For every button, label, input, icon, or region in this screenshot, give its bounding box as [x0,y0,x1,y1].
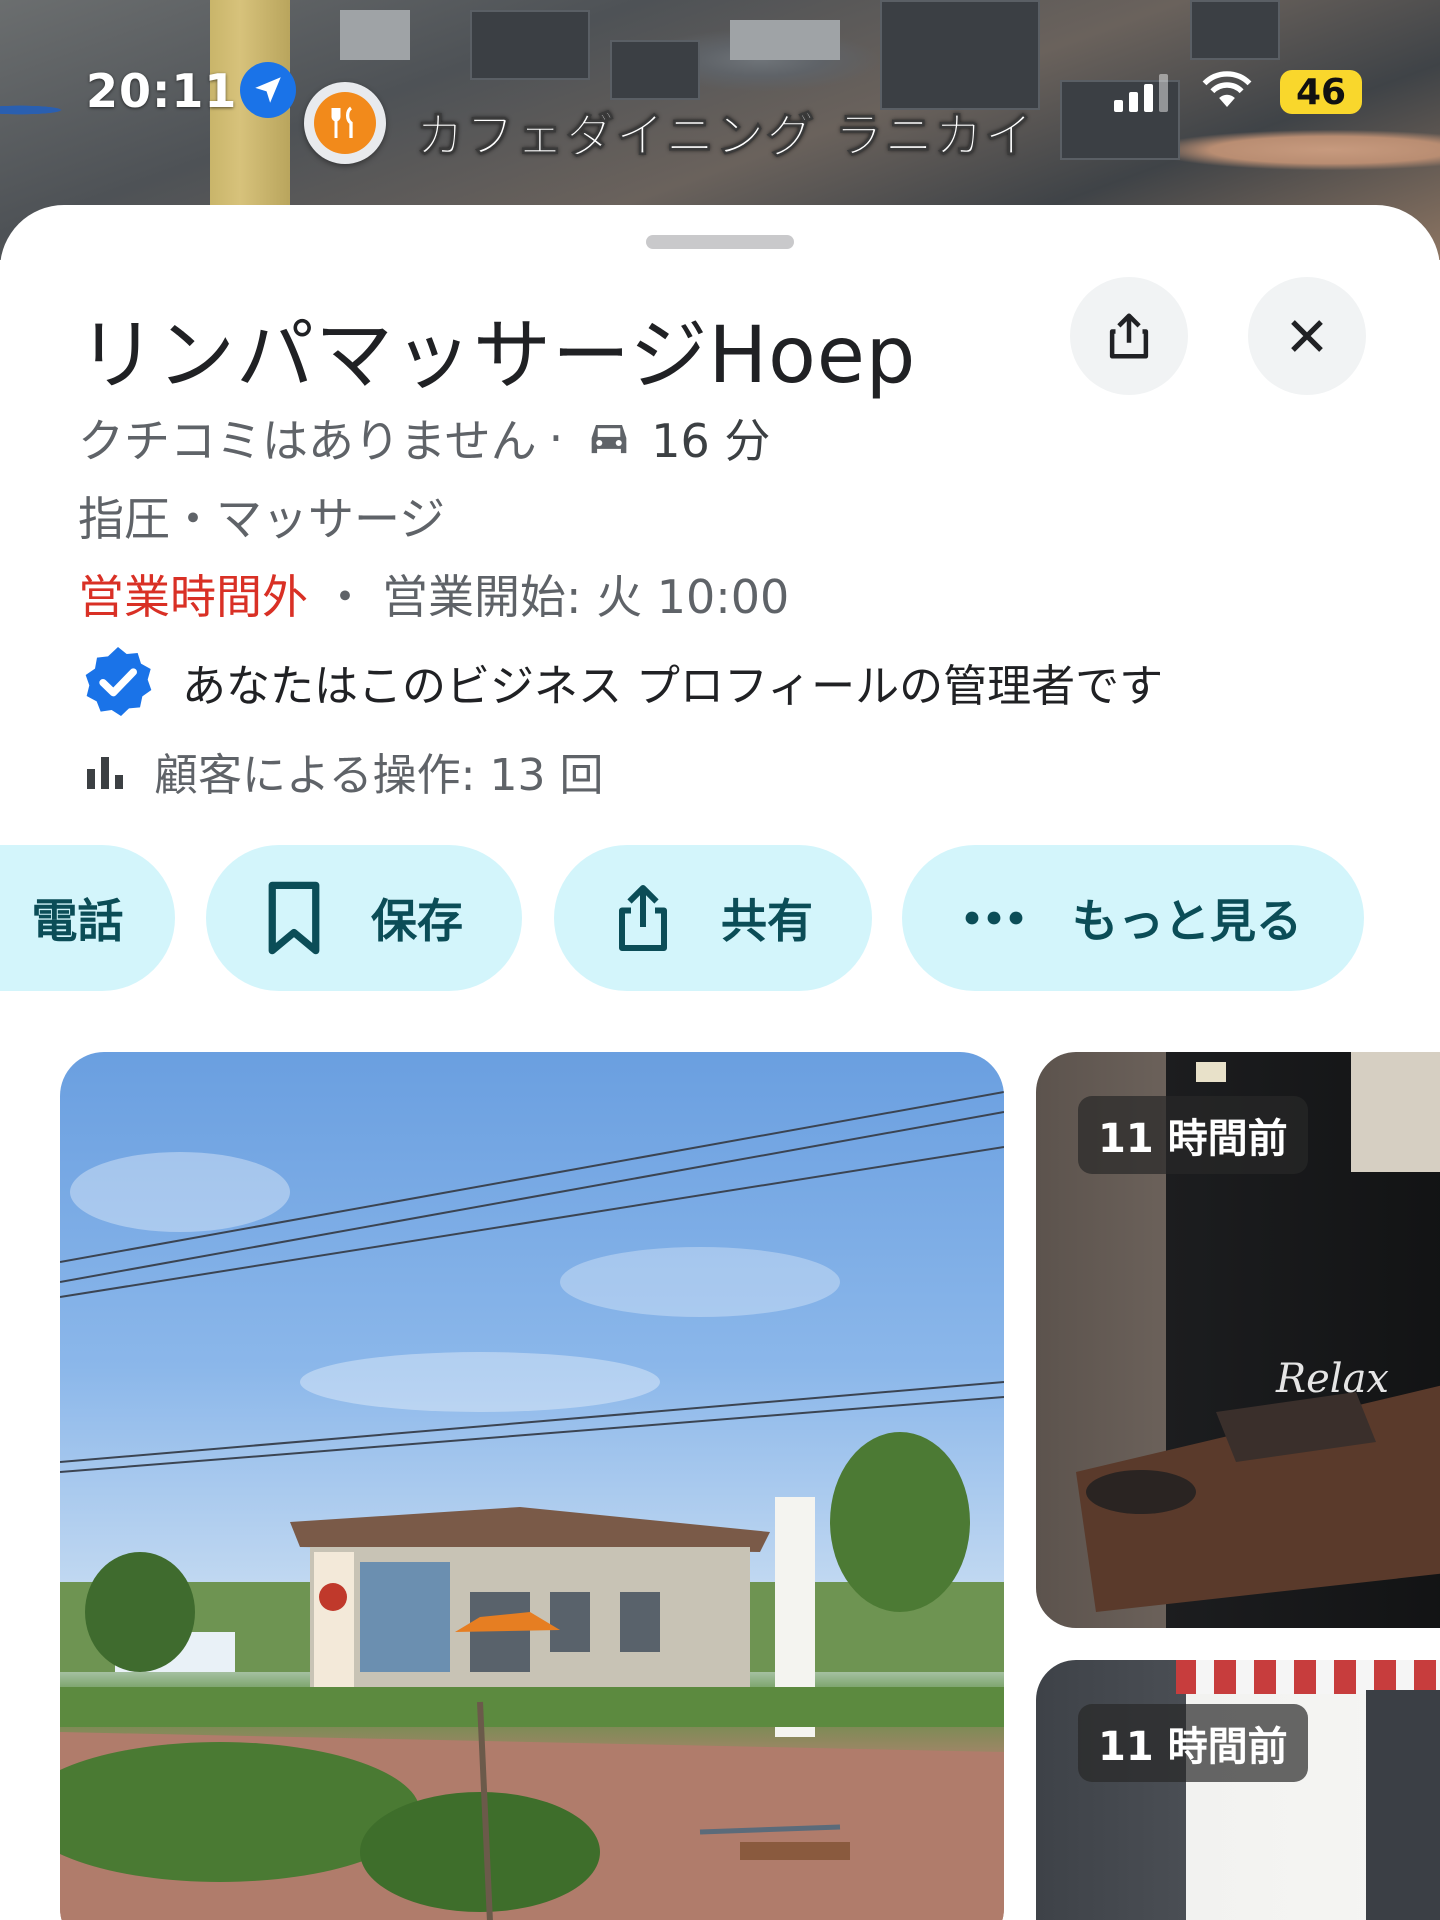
interactions-text: 顧客による操作: 13 回 [154,750,604,801]
signal-bars-icon [1114,72,1168,112]
share-icon-button[interactable] [1070,277,1188,395]
hours-line[interactable]: 営業時間外 ・ 営業開始: 火 10:00 [78,561,789,627]
category-text: 指圧・マッサージ [78,492,446,546]
map-place-label[interactable]: カフェダイニング ラニカイ [416,96,1035,166]
verified-owner-text: あなたはこのビジネス プロフィールの管理者です [182,661,1164,712]
save-label: 保存 [371,894,463,948]
reviews-text: クチコミはありません [78,414,537,468]
map-building [470,10,590,80]
share-icon [613,881,673,955]
battery-indicator: 46 [1280,70,1362,114]
bookmark-icon [265,881,323,955]
verified-owner-row[interactable]: あなたはこのビジネス プロフィールの管理者です [78,642,1163,722]
side-photo-top[interactable]: Relax 11 時間前 [1036,1052,1440,1628]
close-icon [1291,320,1323,352]
place-title: リンパマッサージHoep [78,311,917,401]
hours-separator: ・ [322,570,368,624]
map-building [730,20,840,60]
svg-text:Relax: Relax [1275,1356,1389,1402]
reviews-and-drive-line: クチコミはありません · 16 分 [78,405,770,471]
action-chips-row: 電話 保存 共有 もっと見る [0,845,1440,995]
map-building [340,10,410,60]
street-view-illustration [60,1091,1004,1920]
save-button[interactable]: 保存 [206,845,522,991]
main-photo[interactable] [60,1052,1004,1920]
share-button[interactable]: 共有 [554,845,872,991]
sheet-drag-handle[interactable] [646,235,794,249]
close-button[interactable] [1248,277,1366,395]
screen: 20:11 カフェダイニング ラニカイ 46 リンパマッサージHoep クチコミ… [0,0,1440,1920]
hours-next-open: 営業開始: 火 10:00 [382,570,790,624]
hours-status: 営業時間外 [78,570,308,624]
interactions-row[interactable]: 顧客による操作: 13 回 [84,739,603,803]
map-building [1190,0,1280,60]
photo-time-badge: 11 時間前 [1078,1096,1308,1174]
storefront-illustration [1176,1660,1440,1920]
call-label: 電話 [31,894,124,948]
side-photo-bottom[interactable]: 11 時間前 [1036,1660,1440,1920]
more-dots-icon [964,910,1024,926]
separator-dot: · [548,411,564,465]
map-place-pin[interactable] [304,82,386,164]
car-icon [583,416,635,460]
restaurant-icon [314,92,376,154]
drive-time: 16 分 [651,414,771,468]
map-building [880,0,1040,110]
place-bottom-sheet: リンパマッサージHoep クチコミはありません · 16 分 指圧・マッサージ … [0,205,1440,1920]
share-label: 共有 [721,894,813,948]
verified-badge-icon [85,647,152,716]
wifi-icon [1200,68,1254,114]
status-time: 20:11 [86,64,238,118]
call-button[interactable]: 電話 [0,845,175,991]
share-icon [1109,313,1149,359]
bar-chart-icon [87,757,123,789]
map-building [610,40,700,100]
location-arrow-icon [240,62,296,118]
more-button[interactable]: もっと見る [902,845,1364,991]
more-label: もっと見る [1072,894,1302,948]
photo-time-badge: 11 時間前 [1078,1704,1308,1782]
